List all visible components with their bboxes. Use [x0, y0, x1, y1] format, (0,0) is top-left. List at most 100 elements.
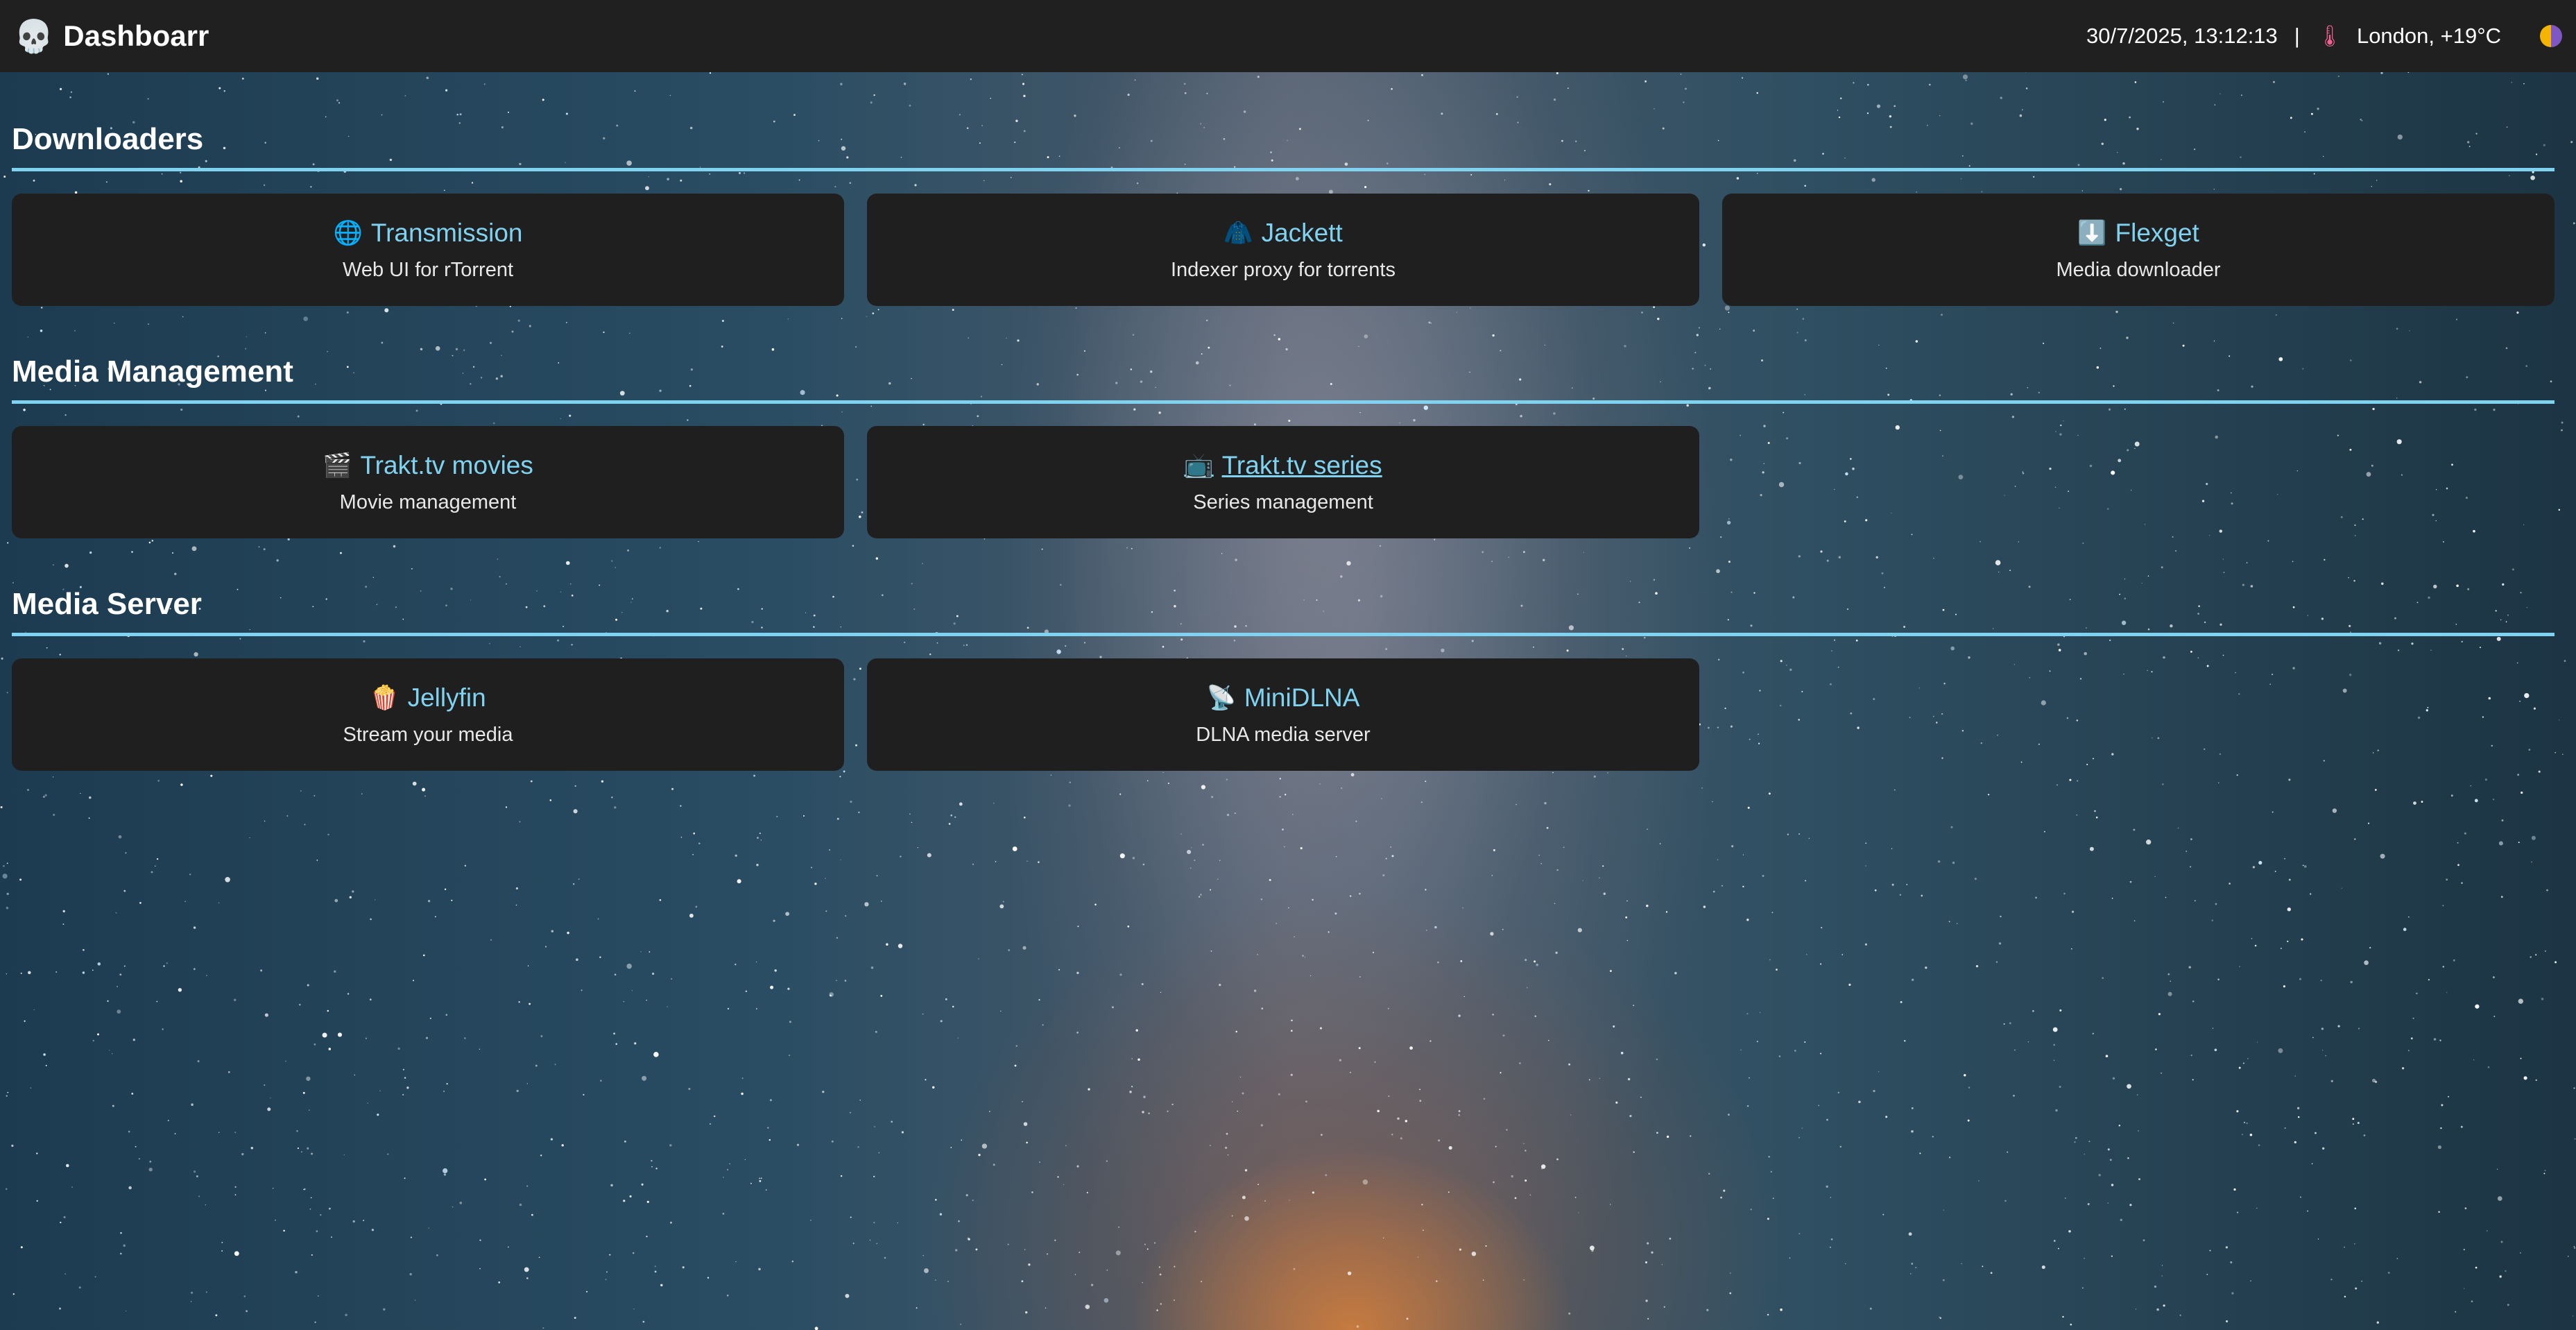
card-name[interactable]: Trakt.tv movies — [360, 451, 533, 480]
star — [83, 948, 85, 951]
star — [1436, 1280, 1438, 1282]
star — [2531, 861, 2532, 863]
star — [542, 1327, 544, 1329]
star — [611, 796, 613, 799]
star — [811, 867, 812, 869]
star — [2068, 1230, 2071, 1233]
star — [642, 1320, 645, 1323]
star — [2035, 896, 2037, 899]
star — [59, 1307, 61, 1310]
star — [2487, 1230, 2488, 1231]
star — [2501, 819, 2504, 821]
card-name[interactable]: Jackett — [1262, 219, 1343, 248]
star — [2254, 944, 2257, 947]
card-jellyfin[interactable]: 🍿 Jellyfin Stream your media — [12, 658, 844, 771]
star — [1794, 1050, 1796, 1052]
star — [117, 1009, 121, 1014]
star — [2146, 839, 2152, 845]
star — [993, 1163, 995, 1166]
star — [935, 1199, 937, 1201]
star — [1293, 1268, 1296, 1270]
star — [2155, 1048, 2157, 1050]
star — [2484, 778, 2487, 781]
star — [864, 902, 869, 907]
datetime-text: 30/7/2025, 13:12:13 — [2086, 24, 2278, 48]
star — [1079, 1252, 1081, 1254]
star — [1310, 975, 1312, 977]
star — [760, 1177, 762, 1179]
star — [0, 805, 3, 809]
star — [191, 1103, 194, 1106]
star — [234, 1186, 237, 1188]
section-title: Downloaders — [12, 122, 2554, 171]
star — [307, 984, 309, 987]
star — [2541, 998, 2544, 1000]
star — [1937, 860, 1941, 863]
star — [1647, 1318, 1649, 1320]
star — [2492, 976, 2495, 979]
card-name[interactable]: MiniDLNA — [1244, 683, 1360, 713]
star — [1674, 971, 1677, 975]
star — [2523, 1076, 2527, 1080]
star — [1294, 936, 1295, 938]
star — [2530, 956, 2532, 958]
star — [958, 1220, 960, 1222]
star — [1502, 928, 1504, 930]
card-name[interactable]: Trakt.tv series — [1222, 451, 1382, 480]
star — [2158, 1013, 2161, 1016]
card-name[interactable]: Jellyfin — [408, 683, 486, 713]
star — [2003, 1023, 2005, 1025]
star — [519, 821, 521, 823]
star — [1839, 1145, 1841, 1148]
star — [2089, 846, 2094, 851]
star — [1180, 833, 1182, 835]
star — [264, 1084, 266, 1086]
star — [1514, 1197, 1517, 1200]
star — [1591, 1250, 1594, 1252]
star — [352, 1220, 355, 1223]
star — [498, 1281, 501, 1284]
star — [310, 1197, 312, 1199]
star — [1525, 959, 1527, 962]
star — [2570, 141, 2573, 144]
star — [1227, 1154, 1229, 1156]
card-jackett[interactable]: 🧥 Jackett Indexer proxy for torrents — [867, 194, 1699, 306]
star — [1568, 1063, 1571, 1066]
card-trakt-series[interactable]: 📺 Trakt.tv series Series management — [867, 426, 1699, 538]
star — [1057, 1176, 1059, 1178]
star — [939, 1213, 943, 1216]
card-trakt-movies[interactable]: 🎬 Trakt.tv movies Movie management — [12, 426, 844, 538]
star — [950, 814, 953, 817]
theme-toggle-icon[interactable] — [2540, 25, 2562, 47]
star — [2052, 1027, 2058, 1032]
section-title: Media Server — [12, 587, 2554, 636]
card-transmission[interactable]: 🌐 Transmission Web UI for rTorrent — [12, 194, 844, 306]
star — [1961, 1263, 1963, 1265]
card-minidlna[interactable]: 📡 MiniDLNA DLNA media server — [867, 658, 1699, 771]
star — [2457, 842, 2459, 844]
star — [2109, 1159, 2112, 1161]
coat-icon: 🧥 — [1223, 219, 1253, 246]
card-flexget[interactable]: ⬇️ Flexget Media downloader — [1722, 194, 2554, 306]
star — [2256, 1041, 2258, 1043]
star — [221, 1242, 223, 1243]
star — [1798, 1233, 1801, 1235]
star — [1362, 1179, 1368, 1185]
star — [327, 833, 329, 836]
star — [62, 923, 65, 926]
card-name[interactable]: Transmission — [371, 219, 523, 248]
star — [2287, 940, 2289, 942]
star — [1022, 1100, 1023, 1102]
star — [659, 899, 662, 901]
card-name[interactable]: Flexget — [2115, 219, 2199, 248]
star — [365, 1037, 367, 1039]
star — [1805, 880, 1807, 882]
star — [2133, 920, 2136, 921]
star — [1028, 1263, 1031, 1266]
star — [24, 1020, 26, 1022]
star — [1615, 1101, 1618, 1104]
star — [1864, 943, 1867, 946]
star — [745, 990, 748, 992]
star — [2296, 1107, 2300, 1109]
star — [180, 783, 183, 786]
